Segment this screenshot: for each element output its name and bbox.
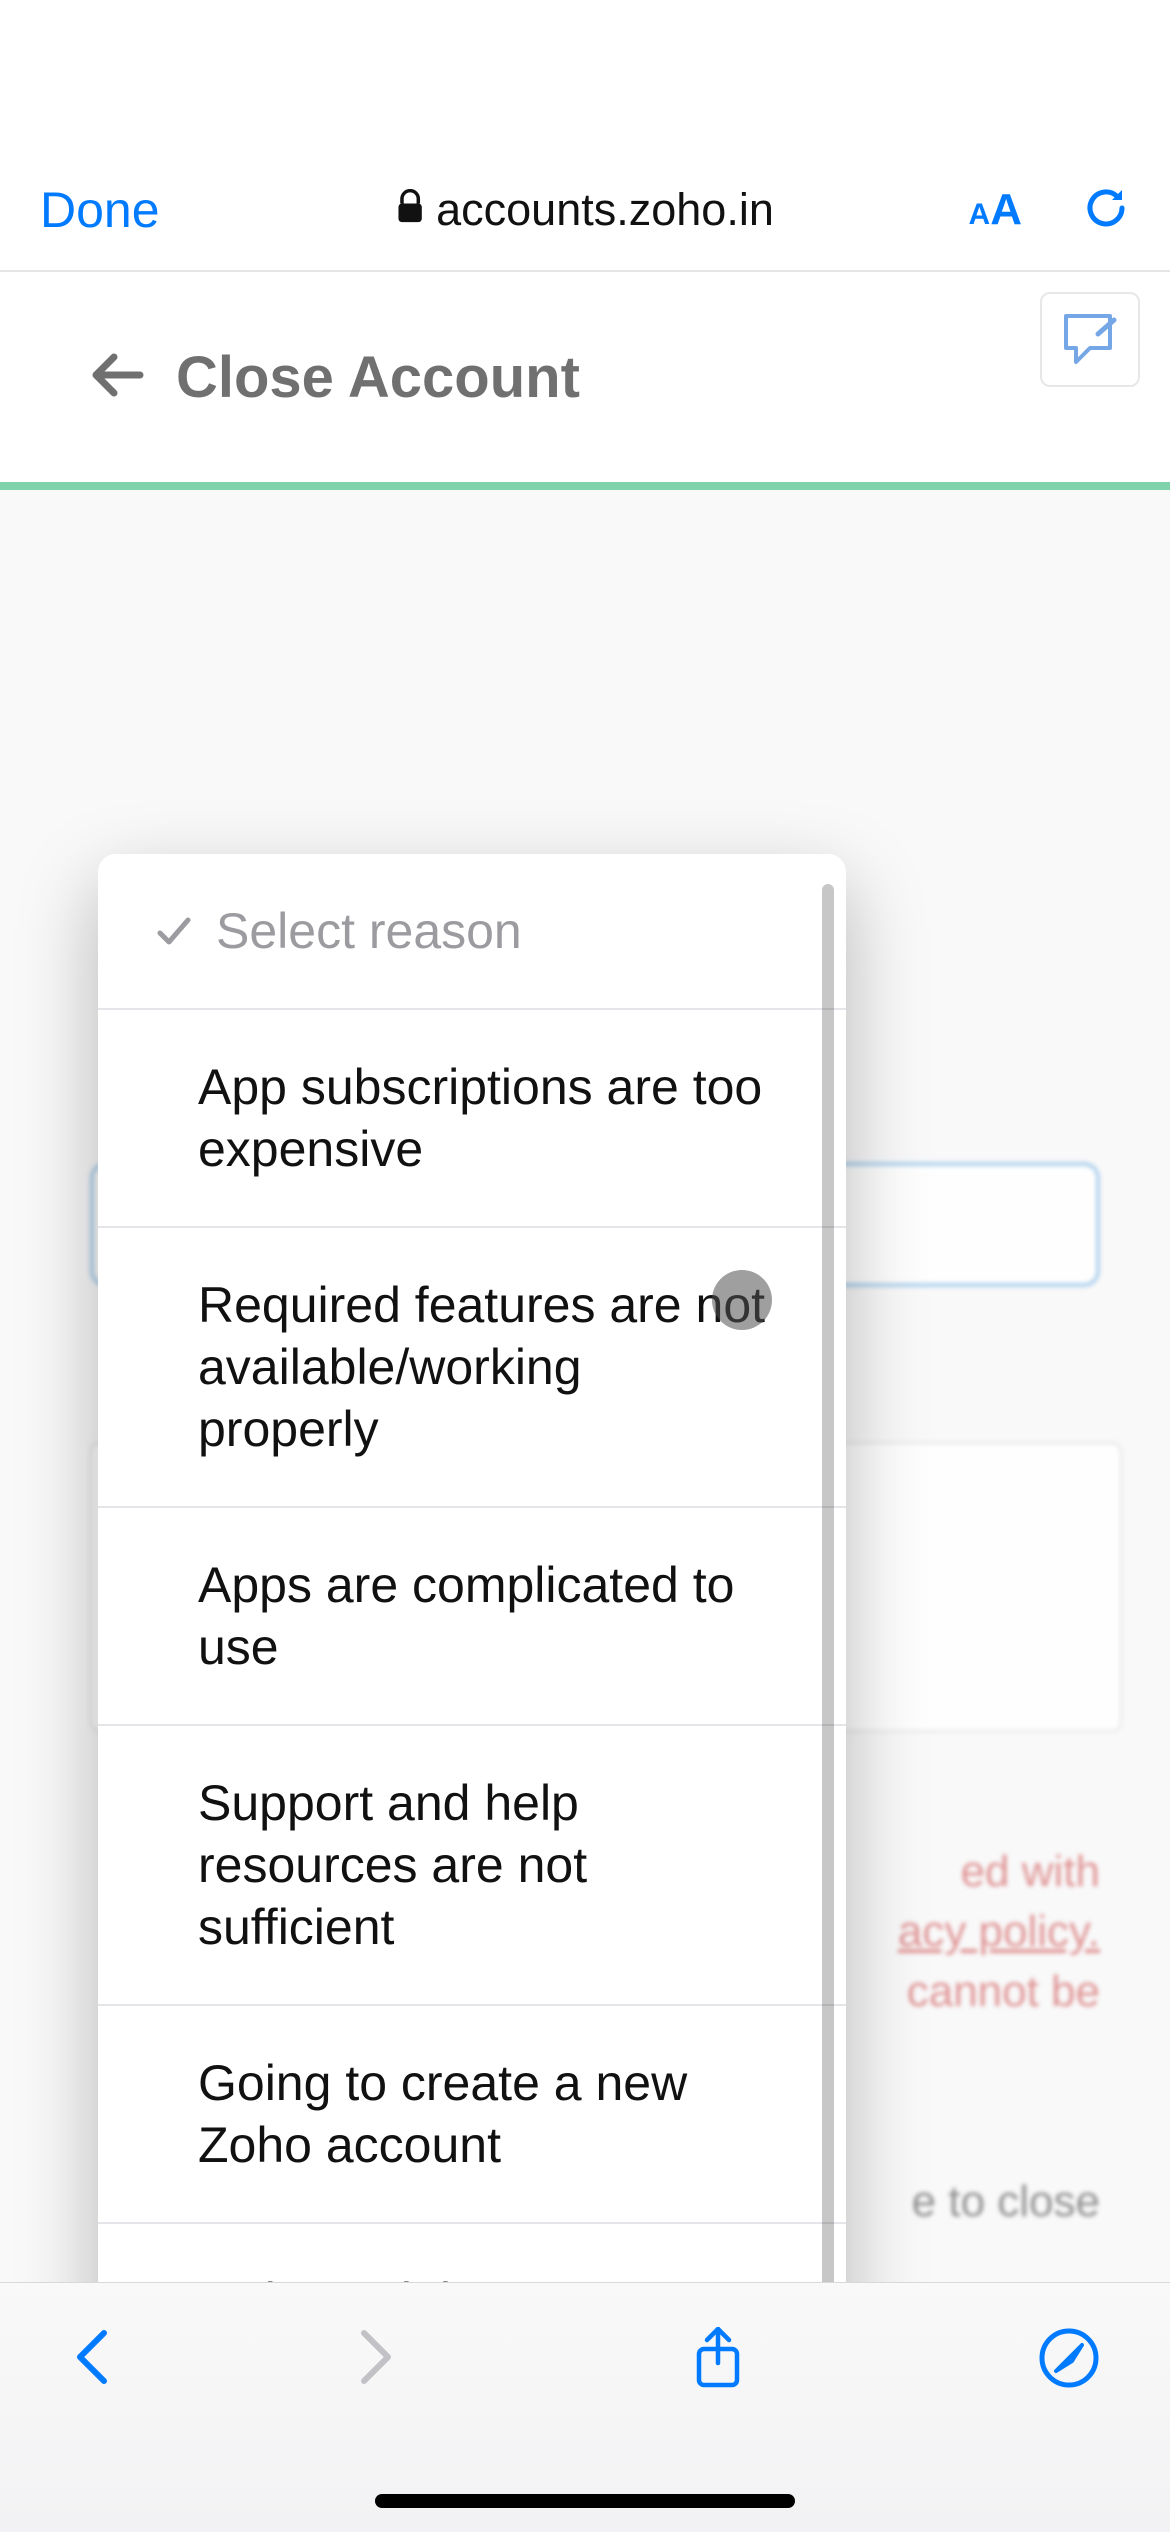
- page-header: Close Account: [0, 272, 1170, 482]
- dropdown-option[interactable]: Apps are complicated to use: [98, 1506, 846, 1724]
- safari-bottom-toolbar: [0, 2282, 1170, 2532]
- home-indicator: [375, 2494, 795, 2508]
- forward-button: [354, 2327, 398, 2392]
- progress-bar: [0, 482, 1170, 490]
- dropdown-placeholder[interactable]: Select reason: [98, 854, 846, 1008]
- back-arrow-icon[interactable]: [90, 347, 146, 408]
- dropdown-option[interactable]: Going to join my company's organization …: [98, 2222, 846, 2282]
- done-button[interactable]: Done: [40, 181, 160, 239]
- dropdown-placeholder-label: Select reason: [216, 900, 522, 962]
- back-button[interactable]: [70, 2327, 114, 2392]
- share-button[interactable]: [693, 2327, 743, 2394]
- feedback-button[interactable]: [1040, 292, 1140, 387]
- statusbar-spacer: [0, 0, 1170, 150]
- page-title: Close Account: [176, 344, 580, 411]
- url-text: accounts.zoho.in: [436, 184, 774, 236]
- check-icon: [156, 913, 192, 949]
- dropdown-option[interactable]: App subscriptions are too expensive: [98, 1008, 846, 1226]
- dropdown-scrollbar[interactable]: [822, 884, 834, 2282]
- text-size-button[interactable]: AA: [969, 185, 1022, 235]
- reason-dropdown: Select reason App subscriptions are too …: [98, 854, 846, 2282]
- reload-button[interactable]: [1082, 184, 1130, 237]
- dropdown-option[interactable]: Going to create a new Zoho account: [98, 2004, 846, 2222]
- page-content: Close Account ed with acy policy. cannot…: [0, 270, 1170, 2282]
- url-display[interactable]: accounts.zoho.in: [396, 184, 774, 236]
- dropdown-option[interactable]: Support and help resources are not suffi…: [98, 1724, 846, 2004]
- safari-tabs-button[interactable]: [1038, 2327, 1100, 2394]
- lock-icon: [396, 184, 424, 236]
- dropdown-option[interactable]: Required features are not available/work…: [98, 1226, 846, 1506]
- safari-address-bar: Done accounts.zoho.in AA: [0, 150, 1170, 270]
